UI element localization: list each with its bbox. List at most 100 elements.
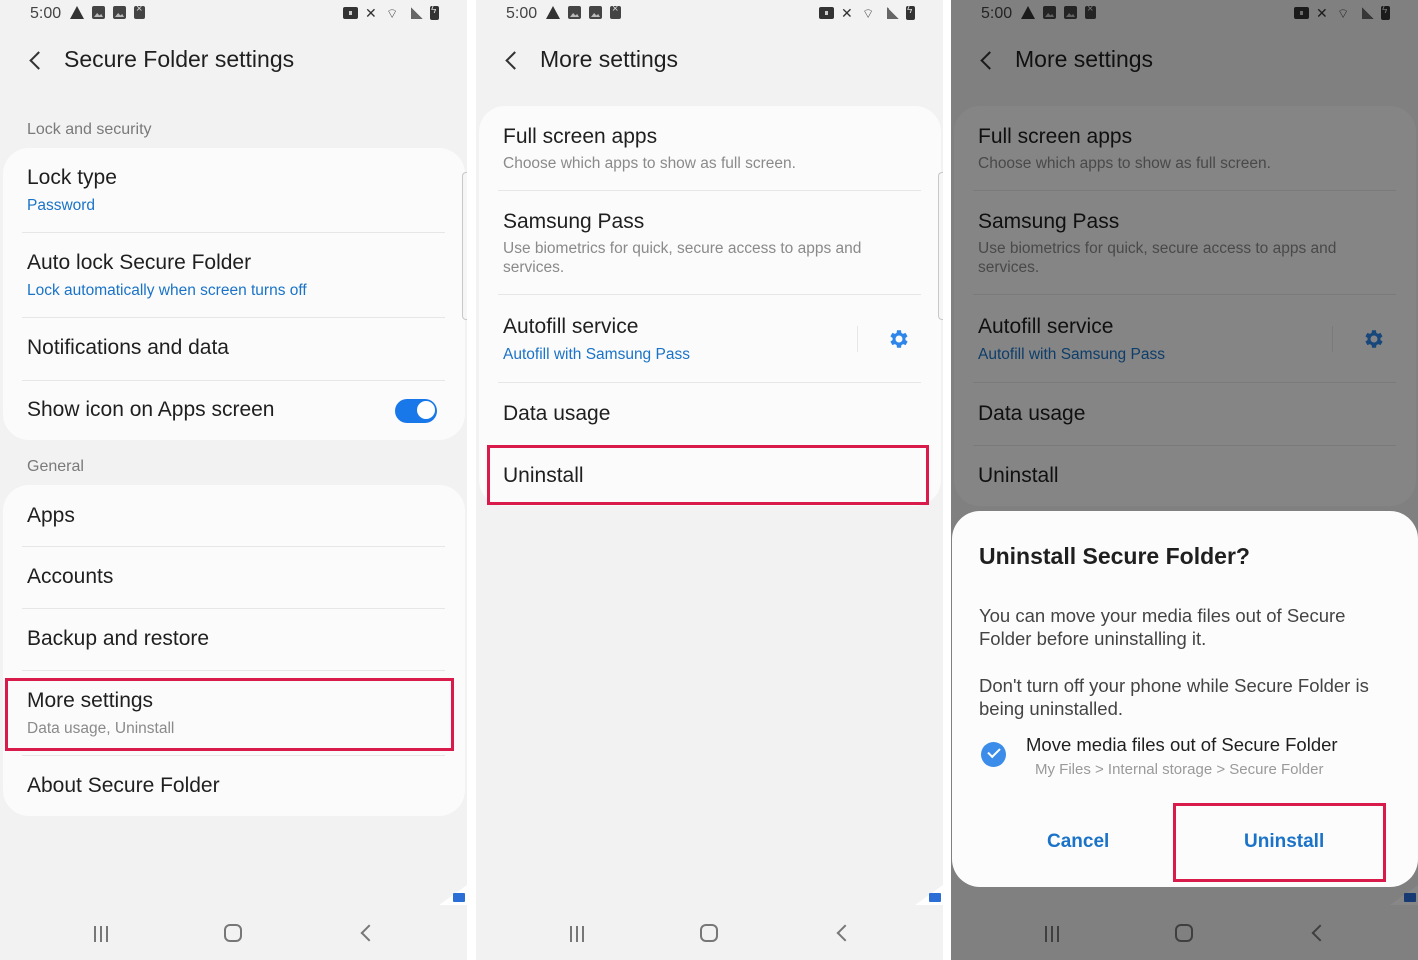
app-header: Secure Folder settings bbox=[0, 40, 467, 82]
list-item-auto-lock[interactable]: Auto lock Secure Folder Lock automatical… bbox=[3, 233, 465, 317]
list-item-data-usage[interactable]: Data usage bbox=[479, 383, 941, 445]
uninstall-button[interactable]: Uninstall bbox=[1244, 831, 1324, 853]
navigation-bar bbox=[0, 904, 467, 960]
status-bar: 5:00 ✕ ⌔ bbox=[0, 0, 467, 28]
status-time: 5:00 bbox=[506, 5, 538, 22]
dialog-message-1: You can move your media files out of Sec… bbox=[979, 604, 1389, 650]
item-title: About Secure Folder bbox=[27, 774, 220, 797]
item-title: Lock type bbox=[27, 166, 117, 189]
list-item-lock-type[interactable]: Lock type Password bbox=[3, 148, 465, 232]
item-title: Auto lock Secure Folder bbox=[27, 251, 252, 274]
list-item-autofill-service[interactable]: Autofill service Autofill with Samsung P… bbox=[479, 295, 941, 382]
list-item-accounts[interactable]: Accounts bbox=[3, 547, 465, 608]
list-item-uninstall[interactable]: Uninstall bbox=[479, 446, 941, 506]
uninstall-dialog: Uninstall Secure Folder? You can move yo… bbox=[952, 511, 1418, 887]
list-item-full-screen-apps[interactable]: Full screen apps Choose which apps to sh… bbox=[479, 106, 941, 190]
secure-folder-badge bbox=[915, 885, 943, 905]
section-label-general: General bbox=[27, 458, 84, 475]
mute-icon: ✕ bbox=[365, 4, 377, 21]
item-subtitle: Autofill with Samsung Pass bbox=[503, 346, 690, 363]
list-item-show-icon[interactable]: Show icon on Apps screen bbox=[3, 381, 465, 440]
nav-back-button[interactable] bbox=[358, 922, 374, 944]
general-card: Apps Accounts Backup and restore More se… bbox=[3, 485, 465, 816]
list-item-notifications[interactable]: Notifications and data bbox=[3, 318, 465, 380]
home-button[interactable] bbox=[700, 924, 718, 942]
navigation-bar bbox=[476, 904, 943, 960]
section-label-lock-security: Lock and security bbox=[27, 121, 152, 138]
app-header: More settings bbox=[476, 40, 943, 82]
cancel-button[interactable]: Cancel bbox=[1047, 831, 1109, 853]
page-title: Secure Folder settings bbox=[64, 46, 295, 72]
status-time: 5:00 bbox=[30, 5, 62, 22]
image-icon bbox=[113, 6, 126, 19]
item-title: Full screen apps bbox=[503, 125, 658, 148]
list-item-more-settings[interactable]: More settings Data usage, Uninstall bbox=[3, 671, 465, 755]
checkbox-label[interactable]: Move media files out of Secure Folder bbox=[1026, 734, 1338, 756]
dialog-text-line: being uninstalled. bbox=[979, 698, 1123, 719]
home-button[interactable] bbox=[224, 924, 242, 942]
file-x-icon bbox=[610, 3, 621, 19]
folder-icon bbox=[453, 893, 465, 902]
wifi-icon: ⌔ bbox=[386, 5, 399, 21]
screen-uninstall-dialog: 5:00 ✕ ⌔ More settings Full screen apps … bbox=[951, 0, 1418, 960]
signal-icon bbox=[887, 7, 899, 19]
item-title: Show icon on Apps screen bbox=[27, 398, 275, 421]
battery-charging-icon bbox=[430, 5, 439, 20]
list-item-samsung-pass[interactable]: Samsung Pass Use biometrics for quick, s… bbox=[479, 191, 941, 294]
folder-icon bbox=[929, 893, 941, 902]
status-bar: 5:00 ✕ ⌔ bbox=[476, 0, 943, 28]
list-item-apps[interactable]: Apps bbox=[3, 485, 465, 546]
wifi-icon: ⌔ bbox=[862, 5, 875, 21]
battery-charging-icon bbox=[906, 5, 915, 20]
secure-folder-icon bbox=[343, 7, 358, 19]
item-title: Autofill service bbox=[503, 315, 639, 338]
show-icon-toggle[interactable] bbox=[395, 399, 437, 423]
item-title: Uninstall bbox=[503, 464, 584, 487]
back-button[interactable] bbox=[502, 44, 524, 74]
more-settings-card: Full screen apps Choose which apps to sh… bbox=[479, 106, 941, 506]
secure-folder-icon bbox=[819, 7, 834, 19]
recent-apps-button[interactable] bbox=[94, 926, 112, 942]
gear-icon[interactable] bbox=[887, 327, 911, 351]
item-title: Apps bbox=[27, 504, 75, 527]
image-icon bbox=[589, 6, 602, 19]
scrollbar[interactable] bbox=[938, 172, 943, 320]
page-title: More settings bbox=[540, 46, 679, 72]
item-title: Accounts bbox=[27, 565, 114, 588]
mute-icon: ✕ bbox=[841, 4, 853, 21]
item-subtitle: Choose which apps to show as full screen… bbox=[503, 155, 796, 172]
divider bbox=[857, 326, 858, 352]
back-button[interactable] bbox=[26, 44, 48, 74]
item-subtitle: services. bbox=[503, 259, 565, 276]
dialog-text-line: You can move your media files out of Sec… bbox=[979, 605, 1346, 626]
recent-apps-button[interactable] bbox=[570, 926, 588, 942]
warning-icon bbox=[546, 6, 560, 19]
item-title: Backup and restore bbox=[27, 627, 210, 650]
item-title: Data usage bbox=[503, 402, 611, 425]
item-subtitle: Use biometrics for quick, secure access … bbox=[503, 240, 862, 257]
scrollbar[interactable] bbox=[462, 172, 467, 320]
dialog-text-line: Folder before uninstalling it. bbox=[979, 628, 1207, 649]
item-title: Notifications and data bbox=[27, 336, 229, 359]
screen-more-settings: 5:00 ✕ ⌔ More settings Full screen apps … bbox=[476, 0, 943, 960]
dialog-text-line: Don't turn off your phone while Secure F… bbox=[979, 675, 1369, 696]
item-title: Samsung Pass bbox=[503, 210, 645, 233]
dialog-message-2: Don't turn off your phone while Secure F… bbox=[979, 674, 1389, 720]
list-item-about[interactable]: About Secure Folder bbox=[3, 756, 465, 816]
image-icon bbox=[92, 6, 105, 19]
lock-security-card: Lock type Password Auto lock Secure Fold… bbox=[3, 148, 465, 440]
file-x-icon bbox=[134, 3, 145, 19]
warning-icon bbox=[70, 6, 84, 19]
nav-back-button[interactable] bbox=[834, 922, 850, 944]
item-subtitle: Data usage, Uninstall bbox=[27, 720, 175, 737]
screen-secure-folder-settings: 5:00 ✕ ⌔ Secure Folder settings Lock and… bbox=[0, 0, 467, 960]
item-subtitle: Lock automatically when screen turns off bbox=[27, 282, 307, 299]
secure-folder-badge bbox=[439, 885, 467, 905]
checkbox-sublabel: My Files > Internal storage > Secure Fol… bbox=[1035, 761, 1324, 778]
list-item-backup-restore[interactable]: Backup and restore bbox=[3, 609, 465, 670]
dialog-title: Uninstall Secure Folder? bbox=[979, 543, 1250, 569]
item-title: More settings bbox=[27, 689, 154, 712]
item-subtitle: Password bbox=[27, 197, 96, 214]
image-icon bbox=[568, 6, 581, 19]
move-media-checkbox[interactable] bbox=[981, 742, 1006, 767]
